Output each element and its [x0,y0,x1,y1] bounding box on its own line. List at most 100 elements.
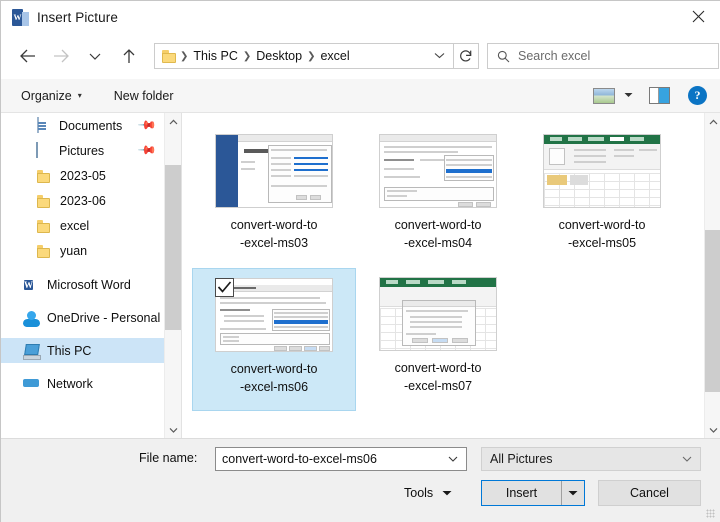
chevron-down-icon[interactable] [624,91,633,100]
sidebar-spacer [1,363,164,371]
scroll-down-icon[interactable] [165,421,182,438]
file-item-ms03[interactable]: convert-word-to -excel-ms03 [192,125,356,268]
forward-icon[interactable] [44,39,78,73]
command-bar-right-group: ? [593,79,720,112]
file-item-ms07[interactable]: convert-word-to -excel-ms07 [356,268,520,411]
scroll-thumb[interactable] [705,230,720,392]
network-icon [23,377,40,393]
breadcrumb-desktop[interactable]: Desktop [252,49,306,63]
chevron-down-icon[interactable] [448,454,458,465]
file-name-input[interactable]: convert-word-to-excel-ms06 [215,447,467,471]
folder-icon [36,219,53,235]
help-icon[interactable]: ? [688,86,707,105]
sidebar-item-label: Network [47,377,93,391]
search-placeholder: Search excel [518,49,590,63]
file-name-line1: convert-word-to [363,359,513,377]
chevron-down-icon [442,489,452,498]
breadcrumb-separator: ❯ [242,51,252,62]
file-grid: convert-word-to -excel-ms03 [192,125,704,411]
this-pc-icon [23,344,40,360]
file-item-ms05[interactable]: convert-word-to -excel-ms05 [520,125,684,268]
organize-button[interactable]: Organize ▾ [11,79,92,112]
back-icon[interactable] [10,39,44,73]
title-bar: W Insert Picture [1,1,720,33]
file-name-line2: -excel-ms05 [527,234,677,252]
sidebar-item-2023-05[interactable]: 2023-05 [1,163,164,188]
sidebar-item-pictures[interactable]: Pictures 📌 [1,138,164,163]
file-thumbnail [379,277,497,351]
file-name: convert-word-to -excel-ms05 [527,216,677,252]
sidebar-item-yuan[interactable]: yuan [1,238,164,263]
cancel-label: Cancel [630,486,669,500]
sidebar-item-this-pc[interactable]: This PC [1,338,164,363]
search-input[interactable]: Search excel [487,43,719,69]
navigation-bar: ❯ This PC ❯ Desktop ❯ excel [1,33,720,79]
document-icon [35,118,52,134]
file-item-ms06[interactable]: convert-word-to -excel-ms06 [192,268,356,411]
file-name-line1: convert-word-to [199,216,349,234]
file-name-value: convert-word-to-excel-ms06 [222,452,377,466]
file-thumbnail [543,134,661,208]
insert-button[interactable]: Insert [482,481,562,505]
thumbnail-wrapper [378,276,498,351]
breadcrumb-this-pc[interactable]: This PC [189,49,241,63]
folder-icon [36,244,53,260]
tools-label: Tools [404,486,433,500]
file-list-scrollbar[interactable] [704,113,720,438]
recent-locations-icon[interactable] [78,39,112,73]
breadcrumb-excel[interactable]: excel [316,49,353,63]
preview-pane-icon[interactable] [649,87,670,104]
close-icon[interactable] [675,1,720,32]
breadcrumb-separator: ❯ [179,51,189,62]
thumbnail-wrapper [214,277,334,352]
file-name-line1: convert-word-to [363,216,513,234]
sidebar-item-onedrive[interactable]: OneDrive - Personal [1,305,164,330]
sidebar-item-label: 2023-05 [60,169,106,183]
chevron-down-icon[interactable] [682,454,692,465]
address-bar[interactable]: ❯ This PC ❯ Desktop ❯ excel [154,43,454,69]
scroll-thumb[interactable] [165,165,182,330]
view-picture-icon[interactable] [593,88,615,104]
sidebar-item-excel[interactable]: excel [1,213,164,238]
resize-grip[interactable] [706,509,715,518]
scroll-up-icon[interactable] [165,113,182,130]
sidebar-item-2023-06[interactable]: 2023-06 [1,188,164,213]
folder-icon [36,169,53,185]
sidebar-item-documents[interactable]: Documents 📌 [1,113,164,138]
scroll-up-icon[interactable] [705,113,720,130]
navigation-pane-scrollbar[interactable] [164,113,181,438]
chevron-down-icon[interactable] [434,50,445,62]
refresh-icon[interactable] [453,43,479,69]
selection-checkbox[interactable] [215,278,234,297]
file-item-ms04[interactable]: convert-word-to -excel-ms04 [356,125,520,268]
file-name-line2: -excel-ms04 [363,234,513,252]
thumbnail-wrapper [542,133,662,208]
folder-icon [36,194,53,210]
word-icon: W [23,277,40,293]
pin-icon[interactable]: 📌 [137,115,157,135]
new-folder-button[interactable]: New folder [104,79,184,112]
sidebar-spacer [1,297,164,305]
search-icon [497,50,510,63]
help-label: ? [695,88,701,103]
word-app-icon: W [12,9,29,26]
thumbnail-wrapper [378,133,498,208]
file-type-dropdown[interactable]: All Pictures [481,447,701,471]
sidebar-item-network[interactable]: Network [1,371,164,396]
file-name-line2: -excel-ms03 [199,234,349,252]
file-thumbnail [379,134,497,208]
insert-picture-dialog: W Insert Picture [0,0,720,522]
sidebar-item-label: Microsoft Word [47,278,131,292]
up-icon[interactable] [112,39,146,73]
tools-button[interactable]: Tools [404,480,452,506]
insert-dropdown-button[interactable] [562,481,584,505]
dialog-body: Documents 📌 Pictures 📌 2023-05 2023-06 e… [1,113,720,438]
pin-icon[interactable]: 📌 [137,140,157,160]
file-name-line2: -excel-ms06 [199,378,349,396]
scroll-down-icon[interactable] [705,421,720,438]
file-name-line1: convert-word-to [199,360,349,378]
pictures-icon [35,143,52,159]
cancel-button[interactable]: Cancel [598,480,701,506]
sidebar-item-microsoft-word[interactable]: W Microsoft Word [1,272,164,297]
sidebar-item-label: Pictures [59,144,104,158]
